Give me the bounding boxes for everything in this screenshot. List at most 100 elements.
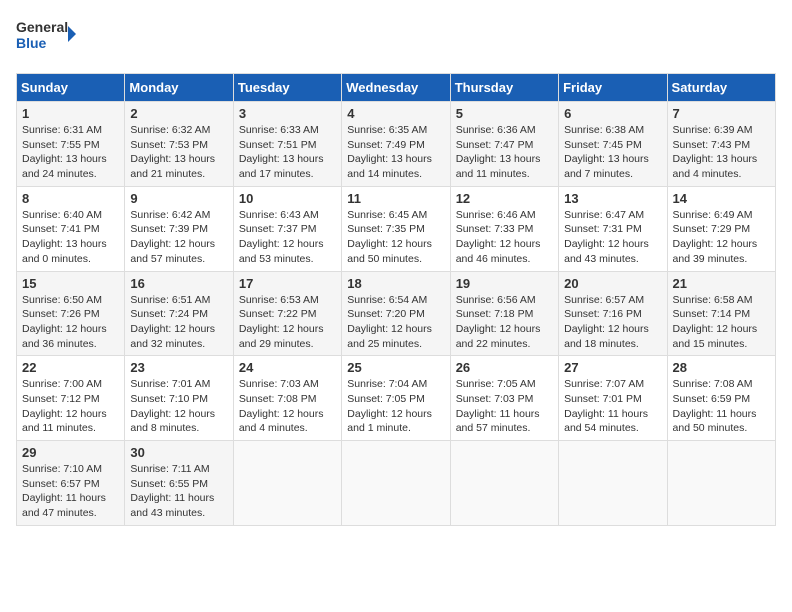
day-info: Sunrise: 7:01 AMSunset: 7:10 PMDaylight:… [130, 377, 227, 436]
day-header-wednesday: Wednesday [342, 74, 450, 102]
calendar-cell: 30 Sunrise: 7:11 AMSunset: 6:55 PMDayligh… [125, 441, 233, 526]
calendar-cell: 24Sunrise: 7:03 AMSunset: 7:08 PMDayligh… [233, 356, 341, 441]
calendar-cell: 18Sunrise: 6:54 AMSunset: 7:20 PMDayligh… [342, 271, 450, 356]
day-info: Sunrise: 7:00 AMSunset: 7:12 PMDaylight:… [22, 377, 119, 436]
logo-svg: General Blue [16, 16, 76, 61]
day-number: 5 [456, 106, 553, 121]
day-info: Sunrise: 6:46 AMSunset: 7:33 PMDaylight:… [456, 208, 553, 267]
day-info: Sunrise: 6:43 AMSunset: 7:37 PMDaylight:… [239, 208, 336, 267]
day-number: 3 [239, 106, 336, 121]
day-number: 11 [347, 191, 444, 206]
day-number: 18 [347, 276, 444, 291]
calendar-cell [342, 441, 450, 526]
day-info: Sunrise: 6:47 AMSunset: 7:31 PMDaylight:… [564, 208, 661, 267]
day-number: 13 [564, 191, 661, 206]
svg-text:General: General [16, 19, 68, 35]
day-info: Sunrise: 7:07 AMSunset: 7:01 PMDaylight:… [564, 377, 661, 436]
day-header-friday: Friday [559, 74, 667, 102]
calendar-cell: 28 Sunrise: 7:08 AMSunset: 6:59 PMDayligh… [667, 356, 775, 441]
day-header-saturday: Saturday [667, 74, 775, 102]
calendar-cell: 22 Sunrise: 7:00 AMSunset: 7:12 PMDayligh… [17, 356, 125, 441]
day-number: 30 [130, 445, 227, 460]
calendar-cell: 9Sunrise: 6:42 AMSunset: 7:39 PMDaylight… [125, 186, 233, 271]
day-info: Sunrise: 6:35 AMSunset: 7:49 PMDaylight:… [347, 123, 444, 182]
day-number: 6 [564, 106, 661, 121]
calendar-cell: 5 Sunrise: 6:36 AMSunset: 7:47 PMDaylight… [450, 102, 558, 187]
day-number: 4 [347, 106, 444, 121]
day-number: 21 [673, 276, 770, 291]
calendar-cell: 11 Sunrise: 6:45 AMSunset: 7:35 PMDayligh… [342, 186, 450, 271]
day-number: 10 [239, 191, 336, 206]
day-number: 9 [130, 191, 227, 206]
calendar-cell: 17 Sunrise: 6:53 AMSunset: 7:22 PMDayligh… [233, 271, 341, 356]
calendar-week-row: 15 Sunrise: 6:50 AMSunset: 7:26 PMDayligh… [17, 271, 776, 356]
day-info: Sunrise: 6:51 AMSunset: 7:24 PMDaylight:… [130, 293, 227, 352]
day-info: Sunrise: 7:05 AMSunset: 7:03 PMDaylight:… [456, 377, 553, 436]
day-info: Sunrise: 7:03 AMSunset: 7:08 PMDaylight:… [239, 377, 336, 436]
day-number: 29 [22, 445, 119, 460]
day-info: Sunrise: 7:04 AMSunset: 7:05 PMDaylight:… [347, 377, 444, 436]
calendar-cell: 13 Sunrise: 6:47 AMSunset: 7:31 PMDayligh… [559, 186, 667, 271]
day-info: Sunrise: 6:53 AMSunset: 7:22 PMDaylight:… [239, 293, 336, 352]
calendar-week-row: 29 Sunrise: 7:10 AMSunset: 6:57 PMDayligh… [17, 441, 776, 526]
calendar-cell: 15 Sunrise: 6:50 AMSunset: 7:26 PMDayligh… [17, 271, 125, 356]
day-info: Sunrise: 6:33 AMSunset: 7:51 PMDaylight:… [239, 123, 336, 182]
day-number: 16 [130, 276, 227, 291]
day-number: 7 [673, 106, 770, 121]
day-info: Sunrise: 6:31 AMSunset: 7:55 PMDaylight:… [22, 123, 119, 182]
day-info: Sunrise: 6:40 AMSunset: 7:41 PMDaylight:… [22, 208, 119, 267]
day-info: Sunrise: 6:50 AMSunset: 7:26 PMDaylight:… [22, 293, 119, 352]
calendar-cell: 12 Sunrise: 6:46 AMSunset: 7:33 PMDayligh… [450, 186, 558, 271]
day-number: 12 [456, 191, 553, 206]
page-header: General Blue [16, 16, 776, 61]
calendar-cell [559, 441, 667, 526]
day-info: Sunrise: 6:36 AMSunset: 7:47 PMDaylight:… [456, 123, 553, 182]
day-number: 15 [22, 276, 119, 291]
day-number: 22 [22, 360, 119, 375]
calendar-cell: 2Sunrise: 6:32 AMSunset: 7:53 PMDaylight… [125, 102, 233, 187]
day-number: 25 [347, 360, 444, 375]
calendar-cell: 23 Sunrise: 7:01 AMSunset: 7:10 PMDayligh… [125, 356, 233, 441]
day-info: Sunrise: 7:08 AMSunset: 6:59 PMDaylight:… [673, 377, 770, 436]
calendar-cell: 20 Sunrise: 6:57 AMSunset: 7:16 PMDayligh… [559, 271, 667, 356]
day-number: 27 [564, 360, 661, 375]
svg-text:Blue: Blue [16, 35, 47, 51]
calendar-cell: 3 Sunrise: 6:33 AMSunset: 7:51 PMDaylight… [233, 102, 341, 187]
calendar-cell: 25 Sunrise: 7:04 AMSunset: 7:05 PMDayligh… [342, 356, 450, 441]
calendar-table: SundayMondayTuesdayWednesdayThursdayFrid… [16, 73, 776, 526]
day-number: 26 [456, 360, 553, 375]
day-info: Sunrise: 6:39 AMSunset: 7:43 PMDaylight:… [673, 123, 770, 182]
day-number: 1 [22, 106, 119, 121]
calendar-cell: 16 Sunrise: 6:51 AMSunset: 7:24 PMDayligh… [125, 271, 233, 356]
day-number: 2 [130, 106, 227, 121]
day-header-sunday: Sunday [17, 74, 125, 102]
day-header-tuesday: Tuesday [233, 74, 341, 102]
calendar-cell [233, 441, 341, 526]
day-info: Sunrise: 7:11 AMSunset: 6:55 PMDaylight:… [130, 462, 227, 521]
day-number: 23 [130, 360, 227, 375]
calendar-header-row: SundayMondayTuesdayWednesdayThursdayFrid… [17, 74, 776, 102]
day-header-thursday: Thursday [450, 74, 558, 102]
day-number: 19 [456, 276, 553, 291]
calendar-cell: 7 Sunrise: 6:39 AMSunset: 7:43 PMDaylight… [667, 102, 775, 187]
calendar-cell: 21 Sunrise: 6:58 AMSunset: 7:14 PMDayligh… [667, 271, 775, 356]
day-info: Sunrise: 6:45 AMSunset: 7:35 PMDaylight:… [347, 208, 444, 267]
day-info: Sunrise: 6:56 AMSunset: 7:18 PMDaylight:… [456, 293, 553, 352]
day-info: Sunrise: 6:58 AMSunset: 7:14 PMDaylight:… [673, 293, 770, 352]
calendar-cell [450, 441, 558, 526]
calendar-cell: 6Sunrise: 6:38 AMSunset: 7:45 PMDaylight… [559, 102, 667, 187]
day-header-monday: Monday [125, 74, 233, 102]
calendar-week-row: 1 Sunrise: 6:31 AMSunset: 7:55 PMDaylight… [17, 102, 776, 187]
day-number: 8 [22, 191, 119, 206]
calendar-week-row: 22 Sunrise: 7:00 AMSunset: 7:12 PMDayligh… [17, 356, 776, 441]
calendar-cell: 1 Sunrise: 6:31 AMSunset: 7:55 PMDaylight… [17, 102, 125, 187]
calendar-cell: 8 Sunrise: 6:40 AMSunset: 7:41 PMDaylight… [17, 186, 125, 271]
calendar-cell: 27 Sunrise: 7:07 AMSunset: 7:01 PMDayligh… [559, 356, 667, 441]
calendar-cell: 14Sunrise: 6:49 AMSunset: 7:29 PMDayligh… [667, 186, 775, 271]
day-number: 28 [673, 360, 770, 375]
day-info: Sunrise: 7:10 AMSunset: 6:57 PMDaylight:… [22, 462, 119, 521]
calendar-cell: 19 Sunrise: 6:56 AMSunset: 7:18 PMDayligh… [450, 271, 558, 356]
day-info: Sunrise: 6:57 AMSunset: 7:16 PMDaylight:… [564, 293, 661, 352]
day-number: 17 [239, 276, 336, 291]
day-number: 20 [564, 276, 661, 291]
